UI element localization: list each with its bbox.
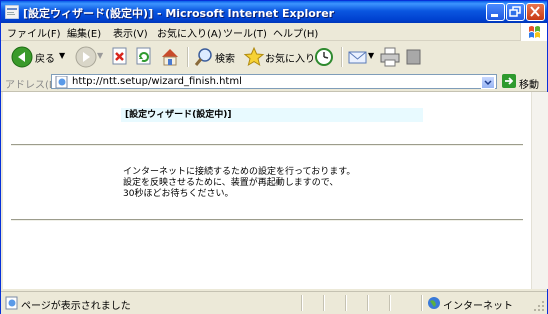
home-button[interactable]	[159, 45, 181, 69]
toolbar-separator	[187, 47, 189, 67]
back-dropdown-icon[interactable]: ▼	[59, 51, 65, 60]
standard-toolbar: 戻る ▼ ▼ 検索 お気に入り ▼	[1, 41, 547, 74]
restore-icon	[509, 6, 521, 17]
close-button[interactable]	[526, 3, 545, 21]
windows-logo-icon	[520, 23, 547, 41]
history-icon	[315, 48, 333, 66]
browser-window: [設定ウィザード(設定中)] - Microsoft Internet Expl…	[0, 0, 548, 314]
stop-button[interactable]	[111, 45, 131, 69]
home-icon	[162, 49, 178, 66]
address-url: http://ntt.setup/wizard_finish.html	[72, 76, 242, 87]
chevron-down-icon	[484, 80, 492, 86]
page-heading: [設定ウィザード(設定中)]	[121, 108, 423, 122]
status-bar: ページが表示されました インターネット	[1, 291, 547, 314]
search-label: 検索	[215, 54, 235, 65]
menu-edit[interactable]: 編集(E)	[67, 25, 101, 40]
close-icon	[530, 6, 540, 17]
window-title: [設定ウィザード(設定中)] - Microsoft Internet Expl…	[23, 7, 335, 20]
print-button[interactable]	[379, 45, 401, 69]
ie-logo-icon	[5, 5, 19, 19]
maximize-button[interactable]	[506, 3, 525, 21]
status-divider	[323, 295, 325, 311]
status-divider	[389, 295, 391, 311]
message-line: 30秒ほどお待ちください。	[123, 189, 234, 199]
vertical-scrollbar[interactable]	[531, 92, 548, 289]
page-done-icon	[5, 296, 18, 310]
go-button[interactable]: 移動	[501, 74, 545, 91]
status-divider	[421, 295, 423, 311]
back-arrow-icon	[11, 46, 33, 68]
menu-view[interactable]: 表示(V)	[113, 25, 148, 40]
edit-icon	[406, 49, 421, 65]
toolbar-separator	[341, 47, 343, 67]
forward-arrow-icon	[75, 46, 97, 68]
menu-file[interactable]: ファイル(F)	[7, 25, 61, 40]
address-bar: アドレス(D) http://ntt.setup/wizard_finish.h…	[1, 73, 547, 92]
status-text: ページが表示されました	[21, 301, 131, 312]
page-icon	[55, 76, 68, 88]
minimize-button[interactable]	[486, 3, 505, 21]
minimize-icon	[491, 14, 498, 17]
menu-favorites[interactable]: お気に入り(A)	[157, 25, 222, 40]
mail-icon	[348, 51, 367, 64]
search-button[interactable]: 検索	[193, 45, 239, 69]
zone-text: インターネット	[443, 301, 513, 312]
search-icon	[194, 48, 212, 66]
status-divider	[367, 295, 369, 311]
page-content: [設定ウィザード(設定中)] インターネットに接続するための設定を行っております…	[3, 92, 531, 289]
divider	[11, 219, 523, 221]
forward-dropdown-icon[interactable]: ▼	[97, 51, 103, 60]
forward-button[interactable]: ▼	[75, 45, 103, 69]
menu-tools[interactable]: ツール(T)	[223, 25, 267, 40]
divider	[11, 144, 523, 146]
address-input[interactable]: http://ntt.setup/wizard_finish.html	[51, 74, 497, 89]
internet-zone-icon	[428, 297, 440, 309]
stop-icon	[112, 47, 127, 65]
go-label: 移動	[519, 80, 539, 91]
title-bar[interactable]: [設定ウィザード(設定中)] - Microsoft Internet Expl…	[1, 1, 547, 23]
status-divider	[345, 295, 347, 311]
message-line: 設定を反映させるために、装置が再起動しますので、	[123, 178, 339, 188]
history-button[interactable]	[313, 45, 335, 69]
resize-grip-icon[interactable]	[533, 300, 545, 312]
favorites-button[interactable]: お気に入り	[243, 45, 315, 69]
go-arrow-icon	[502, 74, 516, 88]
refresh-icon	[136, 47, 151, 65]
refresh-button[interactable]	[135, 45, 155, 69]
favorites-star-icon	[243, 46, 265, 67]
favorites-label: お気に入り	[265, 54, 315, 65]
edit-button[interactable]	[405, 45, 423, 69]
address-dropdown-button[interactable]	[481, 76, 495, 89]
printer-icon	[380, 47, 400, 67]
status-divider	[301, 295, 303, 311]
back-label: 戻る	[35, 54, 55, 65]
message-line: インターネットに接続するための設定を行っております。	[123, 167, 356, 177]
menu-help[interactable]: ヘルプ(H)	[273, 25, 318, 40]
mail-dropdown-icon[interactable]: ▼	[368, 51, 374, 60]
mail-button[interactable]: ▼	[347, 45, 377, 69]
menu-bar: ファイル(F) 編集(E) 表示(V) お気に入り(A) ツール(T) ヘルプ(…	[1, 23, 521, 41]
back-button[interactable]: 戻る ▼	[11, 45, 67, 69]
